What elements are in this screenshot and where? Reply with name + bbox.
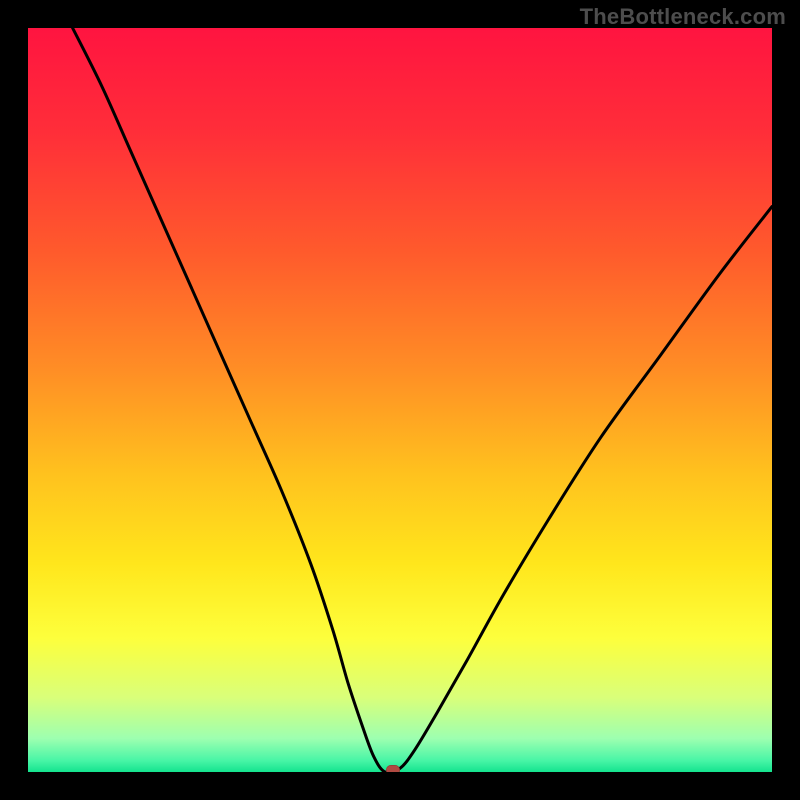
gradient-rect: [28, 28, 772, 772]
chart-frame: TheBottleneck.com: [0, 0, 800, 800]
optimum-marker: [386, 765, 400, 772]
plot-svg: [28, 28, 772, 772]
plot-area: [28, 28, 772, 772]
watermark-text: TheBottleneck.com: [580, 4, 786, 30]
